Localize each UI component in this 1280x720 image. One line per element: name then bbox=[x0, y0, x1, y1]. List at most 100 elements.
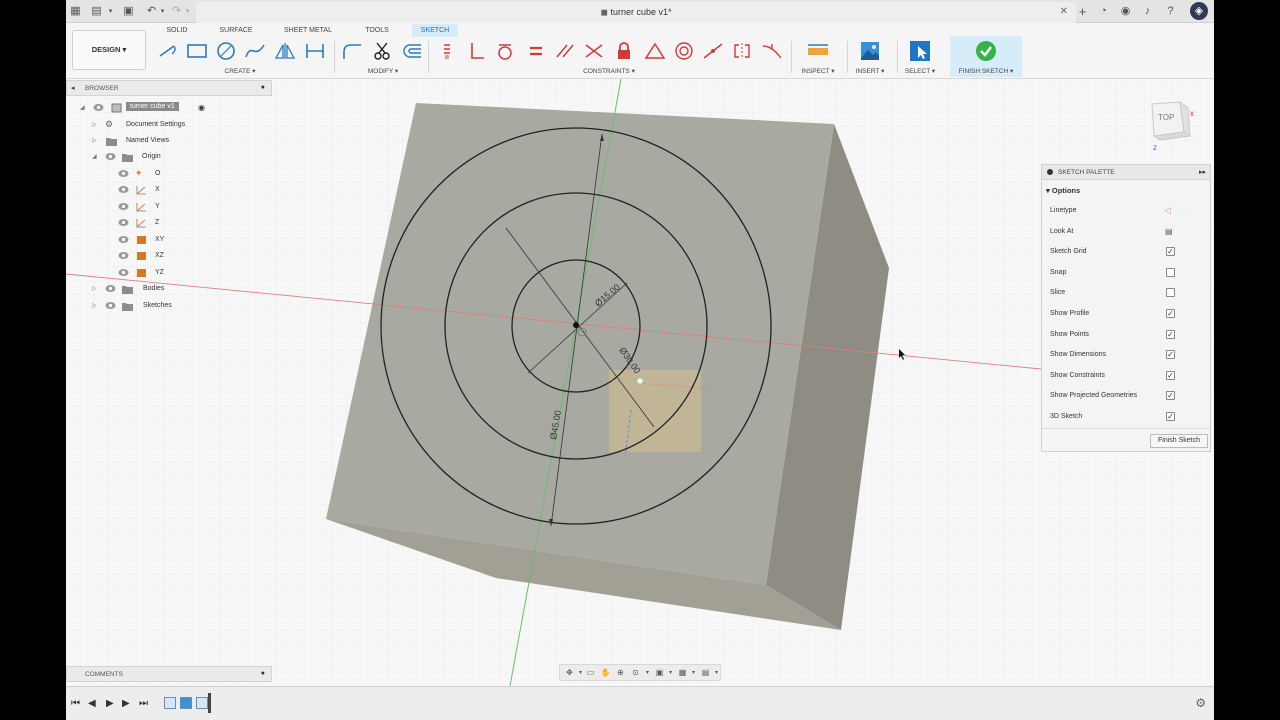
fit-zoom-icon[interactable]: ⊙ bbox=[630, 668, 641, 678]
panel-options-icon[interactable] bbox=[1047, 169, 1053, 175]
sketch-palette-header[interactable]: SKETCH PALETTE ▸▸ bbox=[1042, 165, 1210, 180]
construction-linetype-icon[interactable]: ◁ bbox=[1164, 205, 1171, 216]
centerline-linetype-icon[interactable]: ◌ bbox=[1182, 205, 1187, 215]
expand-arrow-icon[interactable]: ▷ bbox=[92, 137, 97, 144]
job-status-icon[interactable]: ◉ bbox=[1119, 5, 1132, 18]
trim-scissors-icon[interactable] bbox=[371, 40, 395, 62]
browser-header[interactable]: ◂ BROWSER ● bbox=[66, 80, 272, 96]
browser-item-document-settings[interactable]: ▷ ⚙ Document Settings bbox=[66, 117, 272, 133]
tab-surface[interactable]: SURFACE bbox=[216, 24, 256, 37]
zoom-icon[interactable]: ⊕ bbox=[615, 668, 626, 678]
timeline-settings-gear-icon[interactable]: ⚙ bbox=[1195, 696, 1206, 710]
snap-checkbox[interactable] bbox=[1166, 268, 1175, 277]
select-menu[interactable]: SELECT ▾ bbox=[898, 67, 942, 75]
save-icon[interactable]: ▣ bbox=[122, 5, 135, 18]
look-at-icon[interactable]: ▭ bbox=[585, 668, 596, 678]
orbit-icon[interactable]: ✥ bbox=[564, 668, 575, 678]
look-at-icon[interactable]: ▤ bbox=[1165, 227, 1173, 236]
measure-ruler-icon[interactable] bbox=[806, 40, 830, 62]
visibility-eye-icon[interactable] bbox=[118, 185, 129, 194]
fix-lock-icon[interactable] bbox=[612, 40, 636, 62]
visibility-eye-icon[interactable] bbox=[118, 235, 129, 244]
visibility-eye-icon[interactable] bbox=[105, 284, 116, 293]
file-menu-icon[interactable]: ▤ bbox=[90, 5, 103, 18]
collapse-arrow-icon[interactable]: ◢ bbox=[80, 104, 85, 111]
show-dimensions-checkbox[interactable]: ✓ bbox=[1166, 350, 1175, 359]
step-back-icon[interactable]: ◀ bbox=[88, 698, 96, 710]
inspect-menu[interactable]: INSPECT ▾ bbox=[796, 67, 840, 75]
spline-tool-icon[interactable] bbox=[243, 40, 267, 62]
browser-item-xy-plane[interactable]: XY bbox=[66, 232, 272, 248]
tab-solid[interactable]: SOLID bbox=[162, 24, 192, 37]
undo-dropdown-icon[interactable]: ▾ bbox=[156, 5, 169, 18]
rectangle-tool-icon[interactable] bbox=[185, 40, 209, 62]
new-tab-icon[interactable]: + bbox=[1076, 5, 1089, 18]
pan-hand-icon[interactable]: ✋ bbox=[600, 668, 611, 678]
viewports-icon[interactable]: ▤ bbox=[700, 668, 711, 678]
timeline-marker[interactable] bbox=[208, 693, 211, 713]
browser-item-y-axis[interactable]: Y bbox=[66, 199, 272, 215]
extensions-icon[interactable]: ◔ bbox=[1097, 5, 1110, 18]
3d-sketch-checkbox[interactable]: ✓ bbox=[1166, 412, 1175, 421]
browser-root-row[interactable]: ◢ turner cube v1 ◉ bbox=[66, 100, 272, 116]
panel-options-icon[interactable]: ● bbox=[261, 670, 265, 677]
timeline-feature-extrude[interactable] bbox=[180, 697, 192, 709]
redo-dropdown-icon[interactable]: ▾ bbox=[181, 5, 194, 18]
display-dropdown-icon[interactable]: ▾ bbox=[665, 668, 676, 678]
help-icon[interactable]: ? bbox=[1164, 5, 1177, 18]
midpoint-constraint-icon[interactable] bbox=[643, 40, 667, 62]
browser-item-z-axis[interactable]: Z bbox=[66, 215, 272, 231]
panel-options-icon[interactable]: ● bbox=[261, 84, 265, 91]
visibility-eye-icon[interactable] bbox=[118, 251, 129, 260]
expand-arrow-icon[interactable]: ▷ bbox=[92, 121, 97, 128]
active-radio-icon[interactable]: ◉ bbox=[198, 103, 205, 112]
cube-top-face[interactable] bbox=[326, 103, 834, 585]
visibility-eye-icon[interactable] bbox=[93, 103, 104, 112]
tangent-constraint-icon[interactable] bbox=[493, 40, 517, 62]
text-tool-icon[interactable] bbox=[303, 40, 327, 62]
insert-image-icon[interactable] bbox=[858, 40, 882, 62]
sketch-grid-checkbox[interactable]: ✓ bbox=[1166, 247, 1175, 256]
symmetry-constraint-icon[interactable] bbox=[730, 40, 754, 62]
step-forward-icon[interactable]: ▶ bbox=[122, 698, 130, 710]
visibility-eye-icon[interactable] bbox=[118, 268, 129, 277]
create-menu[interactable]: CREATE ▾ bbox=[216, 67, 264, 75]
show-profile-checkbox[interactable]: ✓ bbox=[1166, 309, 1175, 318]
browser-item-bodies[interactable]: ▷ Bodies bbox=[66, 281, 272, 297]
view-cube[interactable]: TOP x z bbox=[1144, 96, 1204, 156]
grid-dropdown-icon[interactable]: ▾ bbox=[688, 668, 699, 678]
slice-checkbox[interactable] bbox=[1166, 288, 1175, 297]
offset-tool-icon[interactable] bbox=[400, 40, 424, 62]
notifications-icon[interactable]: ♪ bbox=[1141, 5, 1154, 18]
finish-sketch-menu[interactable]: FINISH SKETCH ▾ bbox=[950, 67, 1022, 75]
visibility-eye-icon[interactable] bbox=[105, 301, 116, 310]
play-icon[interactable]: ▶ bbox=[106, 698, 114, 710]
browser-item-named-views[interactable]: ▷ Named Views bbox=[66, 133, 272, 149]
visibility-eye-icon[interactable] bbox=[105, 152, 116, 161]
browser-item-x-axis[interactable]: X bbox=[66, 182, 272, 198]
parallel-constraint-icon[interactable] bbox=[553, 40, 577, 62]
timeline-feature-sketch-active[interactable] bbox=[196, 697, 208, 709]
go-to-end-icon[interactable]: ⏭ bbox=[139, 698, 148, 710]
perpendicular-constraint-icon[interactable] bbox=[582, 40, 606, 62]
constraints-menu[interactable]: CONSTRAINTS ▾ bbox=[571, 67, 647, 75]
show-constraints-checkbox[interactable]: ✓ bbox=[1166, 371, 1175, 380]
collapse-panel-icon[interactable]: ◂ bbox=[71, 84, 75, 92]
visibility-eye-icon[interactable] bbox=[118, 218, 129, 227]
concentric-constraint-icon[interactable] bbox=[672, 40, 696, 62]
circle-tool-icon[interactable] bbox=[214, 40, 238, 62]
expand-arrow-icon[interactable]: ▷ bbox=[92, 302, 97, 309]
tab-tools[interactable]: TOOLS bbox=[360, 24, 394, 37]
finish-sketch-button[interactable]: Finish Sketch bbox=[1150, 434, 1208, 448]
expand-panel-icon[interactable]: ▸▸ bbox=[1199, 168, 1206, 176]
collinear-constraint-icon[interactable] bbox=[701, 40, 725, 62]
browser-item-xz-plane[interactable]: XZ bbox=[66, 248, 272, 264]
fillet-tool-icon[interactable] bbox=[340, 40, 364, 62]
modify-menu[interactable]: MODIFY ▾ bbox=[358, 67, 408, 75]
zoom-dropdown-icon[interactable]: ▾ bbox=[642, 668, 653, 678]
display-settings-icon[interactable]: ▣ bbox=[654, 668, 665, 678]
timeline-feature-sketch[interactable] bbox=[164, 697, 176, 709]
tab-sketch[interactable]: SKETCH bbox=[412, 24, 458, 37]
grid-settings-icon[interactable]: ▦ bbox=[677, 668, 688, 678]
browser-item-origin-point[interactable]: ✦ O bbox=[66, 166, 272, 182]
